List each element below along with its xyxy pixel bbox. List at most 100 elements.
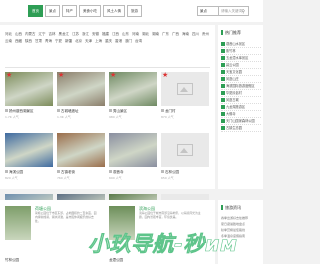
region-link[interactable]: 安徽 <box>92 31 99 37</box>
card-title[interactable]: 古城墙遗址 <box>57 109 105 114</box>
search-category-select[interactable]: 景点 <box>197 6 219 16</box>
card-meta: 760 人气 <box>57 176 70 180</box>
region-link[interactable]: 澳门 <box>125 38 132 44</box>
sidebar-item[interactable]: 古镇生态园 <box>221 125 261 132</box>
card-title[interactable]: 古镇老街 <box>57 170 105 175</box>
region-link[interactable]: 台湾 <box>135 38 142 44</box>
sidebar-item[interactable]: 五龙潭水库景区 <box>221 55 261 62</box>
scenic-thumbnail[interactable] <box>109 133 157 167</box>
region-link[interactable]: 山东 <box>122 31 129 37</box>
scenic-card[interactable]: 石林公园 650 人气 <box>161 133 209 190</box>
sidebar-item[interactable]: 碧云公园 <box>221 62 261 69</box>
tab-1[interactable]: 景点 <box>45 5 60 17</box>
news-subtitle[interactable]: 龙潭公园 <box>109 258 123 263</box>
scenic-card[interactable]: ★ 古城墙遗址 1.3K 人气 <box>57 72 105 129</box>
scenic-card[interactable]: 古镇老街 760 人气 <box>57 133 105 190</box>
news-item[interactable]: 荷塘公园 荷塘公园位于市区东部，占地面积约二百余亩，园内绿树成荫，湖水清澈，是市民… <box>5 206 101 262</box>
image-placeholder[interactable]: ★ <box>161 72 209 106</box>
tab-2[interactable]: 特产 <box>62 5 77 17</box>
region-link[interactable]: 湖南 <box>152 31 159 37</box>
news-thumbnail[interactable] <box>5 206 31 240</box>
sidebar-item[interactable]: 天宝文化园 <box>221 69 261 76</box>
region-link[interactable]: 黑龙江 <box>59 31 70 37</box>
scenic-list-panel: 河北 山西 内蒙古 辽宁 吉林 黑龙江 江苏 浙江 安徽 福建 江西 山东 河南 湖北 湖南 广东 广西 海南 四川… <box>0 25 215 241</box>
region-link[interactable]: 湖北 <box>142 31 149 37</box>
sidebar-item[interactable]: 九龙湖旅游区 <box>221 104 261 111</box>
location-icon <box>57 109 60 112</box>
sidebar-item-label: 天门山国家森林公园 <box>226 119 255 123</box>
region-link[interactable]: 辽宁 <box>39 31 46 37</box>
rank-badge <box>221 126 225 130</box>
region-link[interactable]: 上海 <box>95 38 102 44</box>
card-title-text: 石林公园 <box>165 170 179 174</box>
region-link[interactable]: 河北 <box>5 31 12 37</box>
region-link[interactable]: 新疆 <box>65 38 72 44</box>
card-title[interactable]: 扬州瘦西湖景区 <box>5 109 53 114</box>
news-subtitle[interactable]: 竹林公园 <box>5 258 19 263</box>
card-title-text: 海滨公园 <box>9 170 23 174</box>
tab-0[interactable]: 首页 <box>28 5 43 17</box>
tab-5[interactable]: 旅游 <box>127 5 142 17</box>
region-link[interactable]: 山西 <box>15 31 22 37</box>
region-link[interactable]: 吉林 <box>49 31 56 37</box>
location-icon <box>161 170 164 173</box>
region-link[interactable]: 青海 <box>45 38 52 44</box>
scenic-card[interactable]: ★ 秀山景区 980 人气 <box>109 72 157 129</box>
region-link[interactable]: 浙江 <box>82 31 89 37</box>
search-icon[interactable]: ⚲ <box>241 9 245 15</box>
sidebar-item[interactable]: 紫竹林 <box>221 48 261 55</box>
scenic-thumbnail[interactable]: ★ <box>57 72 105 106</box>
location-icon <box>57 170 60 173</box>
card-title-text: 古城墙遗址 <box>61 109 79 113</box>
search-placeholder: 请输入关键词 <box>221 9 242 13</box>
card-title[interactable]: 秀山景区 <box>109 109 157 114</box>
region-link[interactable]: 重庆 <box>105 38 112 44</box>
card-title[interactable]: 观音寺 <box>109 170 157 175</box>
scenic-thumbnail[interactable] <box>57 133 105 167</box>
region-link[interactable]: 江西 <box>112 31 119 37</box>
region-link[interactable]: 香港 <box>115 38 122 44</box>
region-link[interactable]: 海南 <box>182 31 189 37</box>
sidebar-item[interactable]: 天门山国家森林公园 <box>221 118 261 125</box>
sidebar-item[interactable]: 观音山水景区 <box>221 41 261 48</box>
card-title[interactable]: 石林公园 <box>161 170 209 175</box>
scenic-card[interactable]: ★ 扬州瘦西湖景区 1.7K 人气 <box>5 72 53 129</box>
scenic-card[interactable]: ★ 龙门村 870 人气 <box>161 72 209 129</box>
location-icon <box>109 109 112 112</box>
sidebar-item[interactable]: 大佛寺 <box>221 111 261 118</box>
region-link[interactable]: 江苏 <box>72 31 79 37</box>
scenic-thumbnail[interactable]: ★ <box>109 72 157 106</box>
region-link[interactable]: 宁夏 <box>55 38 62 44</box>
scenic-card[interactable]: 海滨公园 820 人气 <box>5 133 53 190</box>
rank-badge <box>221 56 225 60</box>
region-link[interactable]: 北京 <box>75 38 82 44</box>
sidebar-item-label: 大佛寺 <box>226 112 236 116</box>
region-link[interactable]: 云南 <box>5 38 12 44</box>
tab-4[interactable]: 风土人情 <box>103 5 125 17</box>
sidebar-item[interactable]: 凤凰山庄 <box>221 76 261 83</box>
sidebar-item[interactable]: 华夏民俗村 <box>221 90 261 97</box>
region-link[interactable]: 广西 <box>172 31 179 37</box>
sidebar-item[interactable]: 海滨国际旅游度假区 <box>221 83 261 90</box>
region-link[interactable]: 四川 <box>192 31 199 37</box>
region-link[interactable]: 陕西 <box>25 38 32 44</box>
region-link[interactable]: 福建 <box>102 31 109 37</box>
card-title[interactable]: 龙门村 <box>161 109 209 114</box>
card-title-text: 扬州瘦西湖景区 <box>9 109 34 113</box>
region-link[interactable]: 广东 <box>162 31 169 37</box>
scenic-card[interactable]: 观音寺 690 人气 <box>109 133 157 190</box>
region-link[interactable]: 内蒙古 <box>25 31 36 37</box>
sidebar-item[interactable]: 凤凰古城 <box>221 97 261 104</box>
image-placeholder[interactable] <box>161 133 209 167</box>
region-link[interactable]: 河南 <box>132 31 139 37</box>
tab-3[interactable]: 美食小吃 <box>79 5 101 17</box>
search-input[interactable]: 请输入关键词 ⚲ <box>219 6 249 16</box>
region-link[interactable]: 西藏 <box>15 38 22 44</box>
scenic-thumbnail[interactable]: ★ <box>5 72 53 106</box>
card-title[interactable]: 海滨公园 <box>5 170 53 175</box>
region-link[interactable]: 甘肃 <box>35 38 42 44</box>
card-title-text: 龙门村 <box>165 109 176 113</box>
region-link[interactable]: 贵州 <box>202 31 209 37</box>
scenic-thumbnail[interactable] <box>5 133 53 167</box>
region-link[interactable]: 天津 <box>85 38 92 44</box>
